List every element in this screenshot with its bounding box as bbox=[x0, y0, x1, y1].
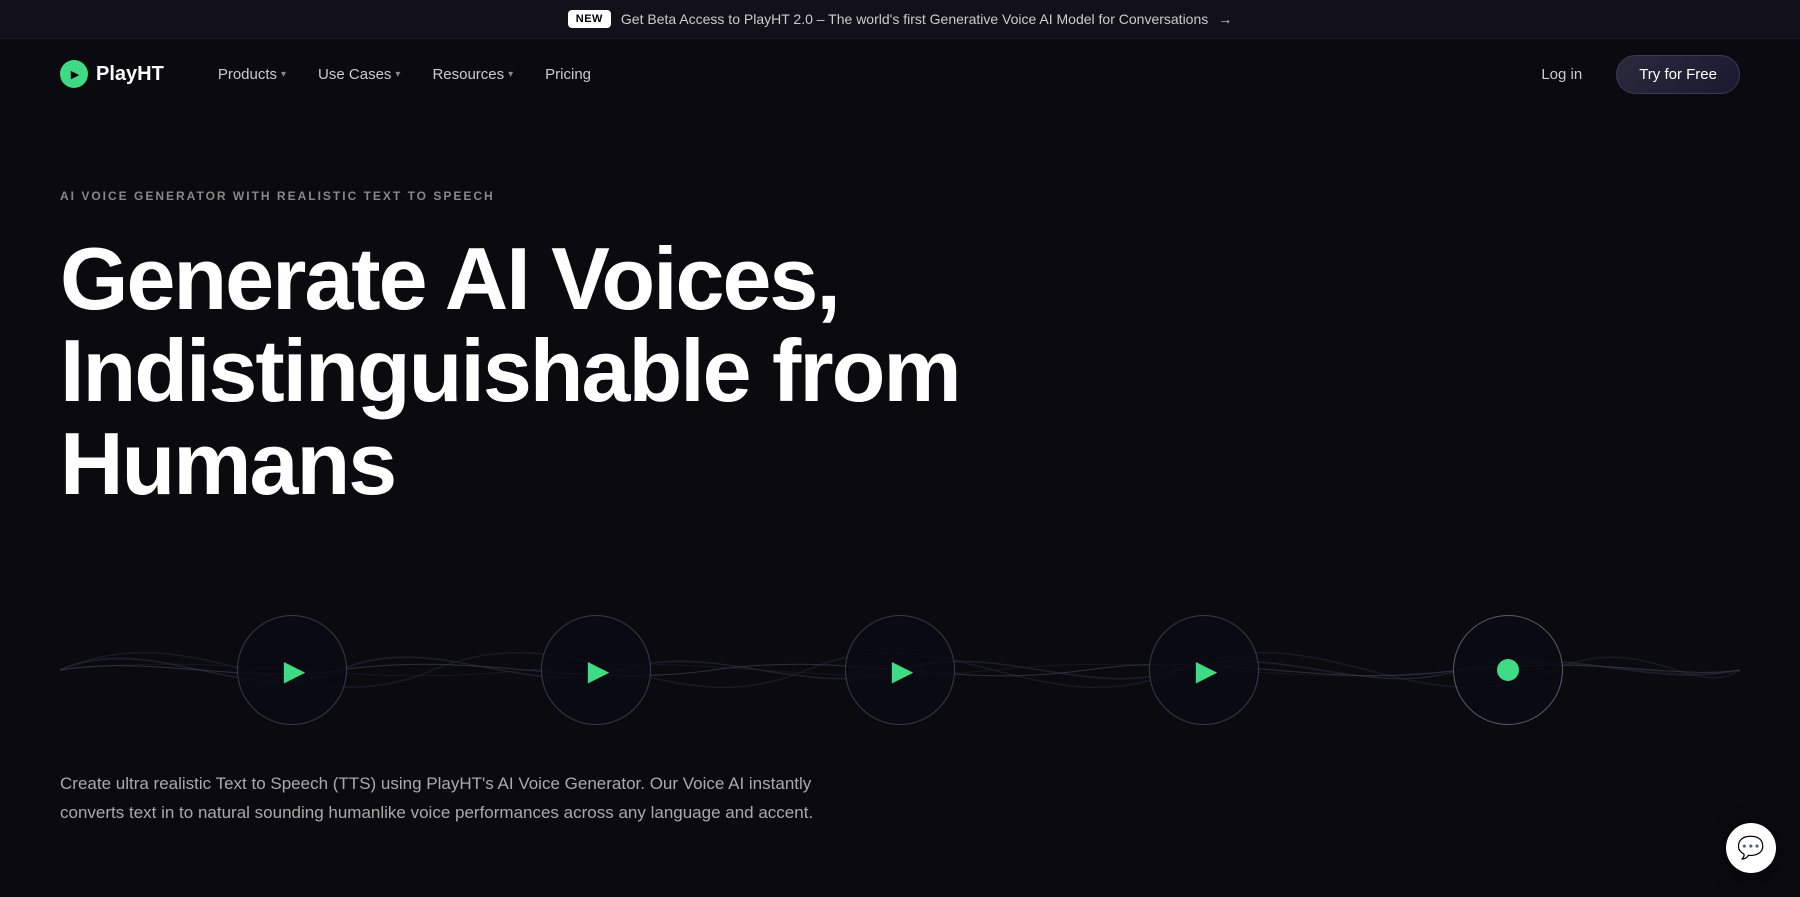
hero-title-line2: Indistinguishable from Humans bbox=[60, 321, 960, 512]
nav-right: Log in Try for Free bbox=[1527, 55, 1740, 94]
nav-label-resources: Resources bbox=[432, 66, 504, 83]
try-free-button[interactable]: Try for Free bbox=[1616, 55, 1740, 94]
audio-player-2[interactable]: ▶ bbox=[541, 615, 651, 725]
navbar: PlayHT Products ▾ Use Cases ▾ Resources … bbox=[0, 39, 1800, 109]
logo-text: PlayHT bbox=[96, 63, 164, 86]
banner-arrow: → bbox=[1218, 11, 1232, 27]
hero-section: AI VOICE GENERATOR WITH REALISTIC TEXT T… bbox=[0, 109, 1800, 888]
chevron-down-icon-3: ▾ bbox=[508, 69, 513, 80]
nav-item-pricing[interactable]: Pricing bbox=[531, 58, 605, 91]
nav-label-products: Products bbox=[218, 66, 277, 83]
waveform-container: ▶ ▶ ▶ ▶ bbox=[60, 570, 1740, 770]
nav-label-usecases: Use Cases bbox=[318, 66, 391, 83]
audio-player-4[interactable]: ▶ bbox=[1149, 615, 1259, 725]
nav-links: Products ▾ Use Cases ▾ Resources ▾ Prici… bbox=[204, 58, 605, 91]
audio-player-3[interactable]: ▶ bbox=[845, 615, 955, 725]
audio-player-5[interactable] bbox=[1453, 615, 1563, 725]
hero-subtitle: AI VOICE GENERATOR WITH REALISTIC TEXT T… bbox=[60, 189, 1740, 203]
hero-title-line1: Generate AI Voices, bbox=[60, 229, 839, 328]
dot-icon-5 bbox=[1497, 659, 1519, 681]
logo[interactable]: PlayHT bbox=[60, 60, 164, 88]
nav-item-resources[interactable]: Resources ▾ bbox=[418, 58, 527, 91]
top-banner[interactable]: NEW Get Beta Access to PlayHT 2.0 – The … bbox=[0, 0, 1800, 39]
play-icon-3: ▶ bbox=[892, 654, 914, 687]
hero-description: Create ultra realistic Text to Speech (T… bbox=[60, 770, 840, 828]
logo-icon bbox=[60, 60, 88, 88]
login-button[interactable]: Log in bbox=[1527, 58, 1596, 91]
play-icon-4: ▶ bbox=[1196, 654, 1218, 687]
players-row: ▶ ▶ ▶ ▶ bbox=[60, 615, 1740, 725]
chat-widget[interactable]: 💬 bbox=[1726, 823, 1776, 873]
hero-title: Generate AI Voices, Indistinguishable fr… bbox=[60, 233, 960, 510]
new-badge: NEW bbox=[568, 10, 611, 28]
play-icon-1: ▶ bbox=[284, 654, 306, 687]
chevron-down-icon: ▾ bbox=[281, 69, 286, 80]
audio-player-1[interactable]: ▶ bbox=[237, 615, 347, 725]
nav-left: PlayHT Products ▾ Use Cases ▾ Resources … bbox=[60, 58, 605, 91]
nav-label-pricing: Pricing bbox=[545, 66, 591, 83]
play-icon-2: ▶ bbox=[588, 654, 610, 687]
chat-icon: 💬 bbox=[1737, 835, 1764, 861]
nav-item-usecases[interactable]: Use Cases ▾ bbox=[304, 58, 414, 91]
banner-text: Get Beta Access to PlayHT 2.0 – The worl… bbox=[621, 11, 1208, 27]
nav-item-products[interactable]: Products ▾ bbox=[204, 58, 300, 91]
chevron-down-icon-2: ▾ bbox=[395, 69, 400, 80]
